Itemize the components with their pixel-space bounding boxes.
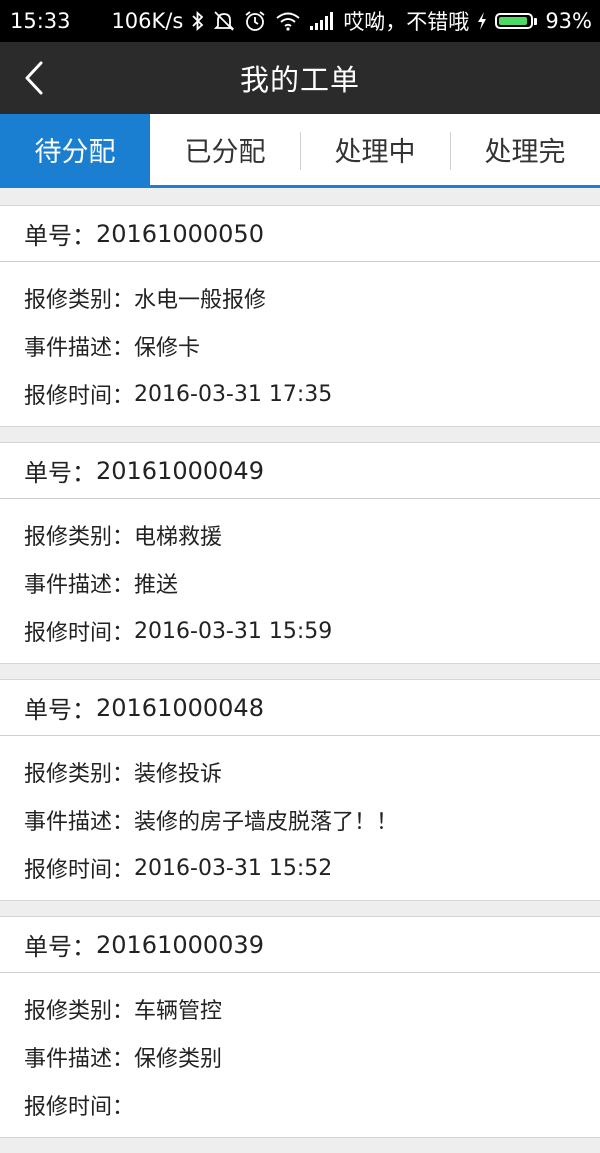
repair-time-label: 报修时间：	[24, 384, 135, 409]
repair-type-label: 报修类别：	[24, 288, 135, 313]
repair-type-row: 报修类别： 水电一般报修	[24, 274, 600, 322]
repair-type-row: 报修类别： 车辆管控	[24, 985, 600, 1033]
tab-label: 处理中	[334, 137, 416, 168]
description: 装修的房子墙皮脱落了！！	[134, 810, 399, 835]
order-details: 报修类别： 水电一般报修 事件描述： 保修卡 报修时间： 2016-03-31 17:…	[0, 262, 600, 426]
alarm-icon	[243, 10, 267, 32]
battery-fill	[499, 17, 528, 25]
tab-label: 处理完	[484, 137, 566, 168]
battery-icon	[495, 13, 538, 29]
repair-time-row: 报修时间： 2016-03-31 15:52	[24, 844, 600, 892]
order-number-row: 单号： 20161000039	[0, 917, 600, 973]
order-number-label: 单号：	[24, 222, 96, 250]
work-order-card[interactable]: 单号： 20161000050 报修类别： 水电一般报修 事件描述： 保修卡 报修时间…	[0, 205, 600, 427]
description-row: 事件描述： 保修卡	[24, 322, 600, 370]
repair-type-row: 报修类别： 电梯救援	[24, 511, 600, 559]
order-number-label: 单号：	[24, 933, 96, 961]
bluetooth-icon	[191, 10, 205, 32]
clock: 15:33	[10, 9, 71, 33]
description-label: 事件描述：	[24, 336, 135, 361]
order-details: 报修类别： 电梯救援 事件描述： 推送 报修时间： 2016-03-31 15:59	[0, 499, 600, 663]
repair-time-row: 报修时间：	[24, 1081, 600, 1129]
repair-time-label: 报修时间：	[24, 858, 135, 883]
description: 保修类别	[134, 1047, 223, 1072]
order-number: 20161000039	[96, 930, 264, 959]
repair-type: 装修投诉	[134, 762, 223, 787]
tab-assigned[interactable]: 已分配	[150, 114, 300, 185]
status-tabs: 待分配 已分配 处理中 处理完	[0, 114, 600, 188]
repair-time: 2016-03-31 17:35	[134, 381, 333, 407]
order-number-label: 单号：	[24, 459, 96, 487]
network-speed: 106K/s	[111, 9, 184, 33]
status-bar: 15:33 106K/s 哎呦，不错哦 93%	[0, 0, 600, 42]
description-label: 事件描述：	[24, 810, 135, 835]
charging-icon	[477, 12, 487, 30]
repair-type: 电梯救援	[134, 525, 223, 550]
order-number: 20161000050	[96, 219, 264, 248]
back-arrow-icon	[25, 61, 43, 95]
work-order-card[interactable]: 单号： 20161000049 报修类别： 电梯救援 事件描述： 推送 报修时间： 20…	[0, 442, 600, 664]
order-number-label: 单号：	[24, 696, 96, 724]
tab-label: 已分配	[184, 137, 266, 168]
order-number-row: 单号： 20161000048	[0, 680, 600, 736]
repair-time-row: 报修时间： 2016-03-31 17:35	[24, 370, 600, 418]
battery-percent: 93%	[545, 9, 592, 33]
order-details: 报修类别： 车辆管控 事件描述： 保修类别 报修时间：	[0, 973, 600, 1137]
tab-processing[interactable]: 处理中	[300, 114, 450, 185]
status-bar-right: 106K/s 哎呦，不错哦 93%	[111, 6, 592, 36]
order-number: 20161000048	[96, 693, 264, 722]
description: 保修卡	[134, 336, 201, 361]
tab-completed[interactable]: 处理完	[450, 114, 600, 185]
mute-icon	[213, 10, 235, 32]
page-title: 我的工单	[239, 63, 360, 97]
repair-type-row: 报修类别： 装修投诉	[24, 748, 600, 796]
order-number-row: 单号： 20161000049	[0, 443, 600, 499]
repair-time-label: 报修时间：	[24, 621, 135, 646]
wifi-icon	[275, 11, 301, 31]
description-row: 事件描述： 保修类别	[24, 1033, 600, 1081]
app-bar: 我的工单	[0, 42, 600, 114]
work-order-list: 单号： 20161000050 报修类别： 水电一般报修 事件描述： 保修卡 报修时间…	[0, 205, 600, 1153]
order-details: 报修类别： 装修投诉 事件描述： 装修的房子墙皮脱落了！！ 报修时间： 2016-03…	[0, 736, 600, 900]
back-button[interactable]	[14, 56, 54, 100]
tab-label: 待分配	[34, 137, 116, 168]
order-number-row: 单号： 20161000050	[0, 206, 600, 262]
repair-type-label: 报修类别：	[24, 762, 135, 787]
description-row: 事件描述： 推送	[24, 559, 600, 607]
description: 推送	[134, 573, 179, 598]
repair-time: 2016-03-31 15:52	[134, 855, 333, 881]
description-label: 事件描述：	[24, 573, 135, 598]
tab-unassigned[interactable]: 待分配	[0, 114, 150, 185]
status-bar-left: 15:33	[10, 9, 71, 33]
work-order-card[interactable]: 单号： 20161000048 报修类别： 装修投诉 事件描述： 装修的房子墙皮脱落了…	[0, 679, 600, 901]
repair-type-label: 报修类别：	[24, 999, 135, 1024]
repair-type: 车辆管控	[134, 999, 223, 1024]
repair-time-row: 报修时间： 2016-03-31 15:59	[24, 607, 600, 655]
repair-time-label: 报修时间：	[24, 1095, 135, 1120]
description-label: 事件描述：	[24, 1047, 135, 1072]
signal-icon	[309, 12, 335, 30]
description-row: 事件描述： 装修的房子墙皮脱落了！！	[24, 796, 600, 844]
repair-time: 2016-03-31 15:59	[134, 618, 333, 644]
order-number: 20161000049	[96, 456, 264, 485]
work-order-card[interactable]: 单号： 20161000039 报修类别： 车辆管控 事件描述： 保修类别 报修时间：	[0, 916, 600, 1138]
repair-type-label: 报修类别：	[24, 525, 135, 550]
carrier-text: 哎呦，不错哦	[343, 10, 470, 34]
repair-type: 水电一般报修	[134, 288, 267, 313]
